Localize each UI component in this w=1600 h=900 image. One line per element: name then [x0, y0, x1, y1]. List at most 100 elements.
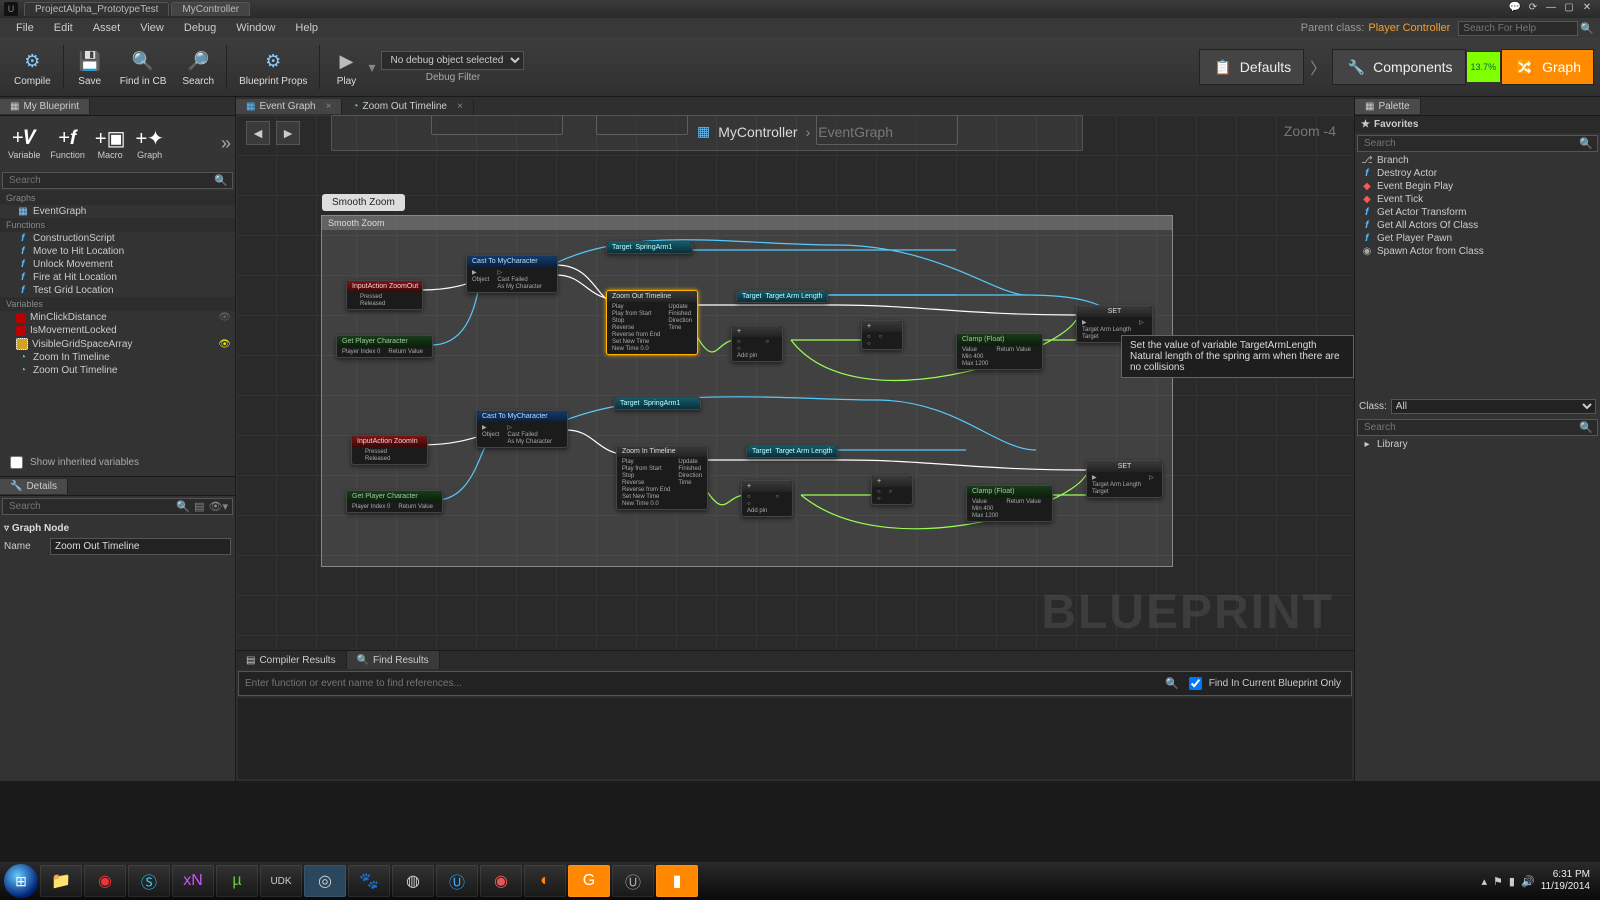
- taskbar-app5-icon[interactable]: ▮: [656, 865, 698, 897]
- tab-find-results[interactable]: 🔍Find Results: [347, 651, 440, 669]
- notify-icon[interactable]: 💬: [1506, 2, 1524, 16]
- fav-branch[interactable]: ⎇Branch: [1355, 154, 1600, 167]
- node-getplayer-1[interactable]: Get Player Character Player Index 0Retur…: [336, 335, 433, 358]
- name-input[interactable]: [50, 538, 231, 555]
- eye-icon[interactable]: 👁▾: [209, 500, 229, 513]
- details-search-input[interactable]: [7, 500, 176, 513]
- menu-file[interactable]: File: [6, 20, 44, 36]
- node-add-4[interactable]: +○○○: [871, 475, 913, 505]
- node-inputaction-zoomout[interactable]: InputAction ZoomOut PressedReleased: [346, 280, 423, 310]
- fn-test-grid[interactable]: 𝒇Test Grid Location: [0, 284, 235, 297]
- fn-unlock-move[interactable]: 𝒇Unlock Movement: [0, 258, 235, 271]
- node-targetarmlength-2[interactable]: Target Target Arm Length: [746, 445, 838, 458]
- node-cast-2[interactable]: Cast To MyCharacter ▶Object▷Cast FailedA…: [476, 410, 568, 448]
- node-clamp-1[interactable]: Clamp (Float) ValueMin 400Max 1200Return…: [956, 333, 1043, 370]
- fav-getallactors[interactable]: 𝒇Get All Actors Of Class: [1355, 219, 1600, 232]
- graph-eventgraph[interactable]: ▦EventGraph: [0, 205, 235, 218]
- taskbar-app1-icon[interactable]: 🐾: [348, 865, 390, 897]
- taskbar-ue4-editor-icon[interactable]: Ⓤ: [612, 865, 654, 897]
- menu-view[interactable]: View: [130, 20, 174, 36]
- tray-volume-icon[interactable]: 🔊: [1521, 875, 1535, 888]
- var-minclick[interactable]: MinClickDistance👁: [0, 311, 235, 324]
- taskbar-utorrent-icon[interactable]: µ: [216, 865, 258, 897]
- taskbar-xn-icon[interactable]: xN: [172, 865, 214, 897]
- taskbar-app4-icon[interactable]: G: [568, 865, 610, 897]
- close-icon[interactable]: ×: [326, 101, 332, 112]
- add-variable-button[interactable]: +𝑽Variable: [4, 124, 44, 162]
- node-getplayer-2[interactable]: Get Player Character Player Index 0Retur…: [346, 490, 443, 513]
- close-icon[interactable]: ×: [457, 101, 463, 112]
- node-timeline-zoomin[interactable]: Zoom In Timeline PlayPlay from StartStop…: [616, 445, 708, 510]
- search-icon[interactable]: 🔍: [1579, 137, 1593, 150]
- tray-flag-icon[interactable]: ⚑: [1493, 875, 1503, 888]
- tab-zoom-out-timeline[interactable]: ◔Zoom Out Timeline×: [342, 99, 473, 114]
- taskbar-app2-icon[interactable]: ◍: [392, 865, 434, 897]
- fn-move-hit[interactable]: 𝒇Move to Hit Location: [0, 245, 235, 258]
- fav-beginplay[interactable]: ◆Event Begin Play: [1355, 180, 1600, 193]
- fn-fire-hit[interactable]: 𝒇Fire at Hit Location: [0, 271, 235, 284]
- taskbar-udk-icon[interactable]: UDK: [260, 865, 302, 897]
- debug-object-select[interactable]: No debug object selected: [381, 51, 524, 70]
- node-clamp-2[interactable]: Clamp (Float) ValueMin 400Max 1200Return…: [966, 485, 1053, 522]
- taskbar-ue4-icon[interactable]: Ⓤ: [436, 865, 478, 897]
- search-icon[interactable]: 🔍: [1165, 677, 1179, 690]
- var-movelocked[interactable]: IsMovementLocked: [0, 324, 235, 337]
- play-dropdown-icon[interactable]: ▾: [368, 59, 375, 76]
- defaults-mode-button[interactable]: 📋Defaults: [1199, 49, 1304, 85]
- find-current-only-checkbox[interactable]: Find In Current Blueprint Only: [1179, 674, 1347, 693]
- maximize-button[interactable]: ▢: [1560, 2, 1578, 16]
- node-inputaction-zoomin[interactable]: InputAction ZoomIn PressedReleased: [351, 435, 428, 465]
- eye-icon[interactable]: 👁: [218, 339, 231, 350]
- nav-forward-button[interactable]: ►: [276, 121, 300, 145]
- minimize-button[interactable]: —: [1542, 2, 1560, 16]
- node-add-1[interactable]: +○○Add pin○: [731, 325, 783, 362]
- taskbar-skype-icon[interactable]: Ⓢ: [128, 865, 170, 897]
- fn-construction[interactable]: 𝒇ConstructionScript: [0, 232, 235, 245]
- taskbar-clock[interactable]: 6:31 PM11/19/2014: [1541, 869, 1596, 893]
- menu-asset[interactable]: Asset: [83, 20, 131, 36]
- search-icon[interactable]: 🔍: [1580, 22, 1594, 35]
- source-control-icon[interactable]: ⟳: [1524, 2, 1542, 16]
- help-search-input[interactable]: [1458, 21, 1578, 36]
- tray-expand-icon[interactable]: ▴: [1482, 875, 1488, 888]
- node-springarm-2[interactable]: Target SpringArm1: [614, 397, 701, 410]
- graph-canvas[interactable]: ◄ ► ▦ MyController› EventGraph Zoom -4 B…: [236, 115, 1354, 650]
- taskbar-chrome-icon[interactable]: ◉: [84, 865, 126, 897]
- library-root[interactable]: ▸Library: [1355, 438, 1600, 451]
- tl-zoomin[interactable]: ◔Zoom In Timeline: [0, 351, 235, 364]
- fav-getplayerpawn[interactable]: 𝒇Get Player Pawn: [1355, 232, 1600, 245]
- close-button[interactable]: ✕: [1578, 2, 1596, 16]
- compile-button[interactable]: ⚙Compile: [6, 46, 59, 89]
- taskbar-explorer-icon[interactable]: 📁: [40, 865, 82, 897]
- node-targetarmlength-1[interactable]: Target Target Arm Length: [736, 290, 828, 303]
- node-springarm-1[interactable]: Target SpringArm1: [606, 241, 693, 254]
- node-add-2[interactable]: +○○○: [861, 320, 903, 350]
- search-icon[interactable]: 🔍: [214, 174, 228, 187]
- title-tab-project[interactable]: ProjectAlpha_PrototypeTest: [24, 2, 169, 16]
- blueprint-props-button[interactable]: ⚙Blueprint Props: [231, 46, 315, 89]
- parent-class-value[interactable]: Player Controller: [1368, 22, 1450, 34]
- mybp-search-input[interactable]: [7, 174, 214, 187]
- add-function-button[interactable]: +𝒇Function: [46, 124, 89, 162]
- favorites-header[interactable]: ★Favorites: [1355, 116, 1600, 133]
- fav-destroy[interactable]: 𝒇Destroy Actor: [1355, 167, 1600, 180]
- nav-back-button[interactable]: ◄: [246, 121, 270, 145]
- palette-tab[interactable]: ▦Palette: [1355, 99, 1421, 114]
- search-icon[interactable]: 🔍: [1579, 421, 1593, 434]
- add-graph-button[interactable]: +✦Graph: [131, 124, 167, 162]
- find-in-cb-button[interactable]: 🔍Find in CB: [112, 46, 175, 89]
- node-add-3[interactable]: +○○Add pin○: [741, 480, 793, 517]
- graph-mode-button[interactable]: 🔀Graph: [1501, 49, 1594, 85]
- fav-spawnactor[interactable]: ◉Spawn Actor from Class: [1355, 245, 1600, 258]
- tab-compiler-results[interactable]: ▤Compiler Results: [236, 651, 347, 669]
- find-input[interactable]: [243, 677, 1165, 690]
- title-tab-controller[interactable]: MyController: [171, 2, 250, 16]
- menu-edit[interactable]: Edit: [44, 20, 83, 36]
- search-icon[interactable]: 🔍: [176, 500, 190, 513]
- node-cast-1[interactable]: Cast To MyCharacter ▶Object▷Cast FailedA…: [466, 255, 558, 293]
- menu-help[interactable]: Help: [285, 20, 328, 36]
- taskbar-blender-icon[interactable]: ◐: [524, 865, 566, 897]
- taskbar-steam-icon[interactable]: ◎: [304, 865, 346, 897]
- comment-title[interactable]: Smooth Zoom: [322, 194, 405, 211]
- components-mode-button[interactable]: 🔧Components: [1332, 49, 1465, 85]
